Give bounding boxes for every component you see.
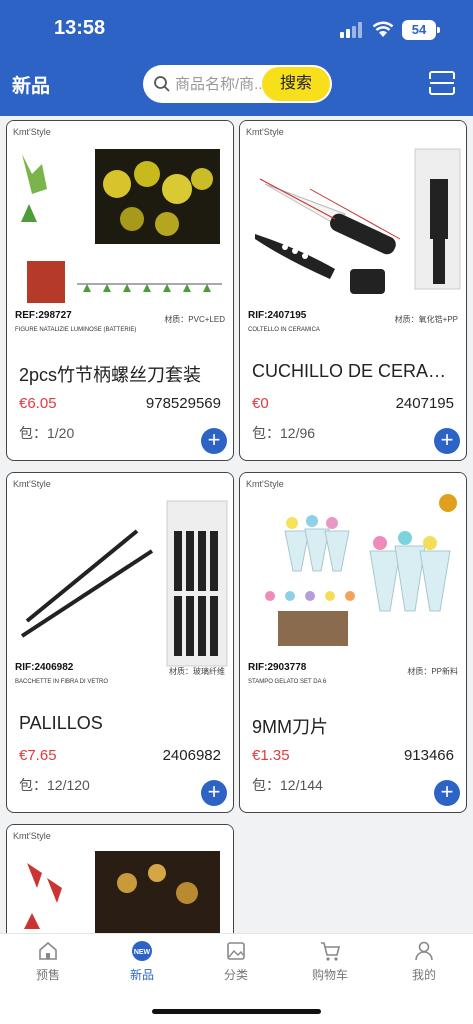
signal-icon <box>340 22 362 38</box>
product-card[interactable]: Kmt'Style RIF:2406982 材质：玻璃纤维 BACCHETTE … <box>6 472 234 813</box>
search-input[interactable] <box>175 73 271 95</box>
product-price: €6.05 <box>19 395 57 412</box>
scan-icon[interactable] <box>428 70 456 96</box>
product-image: Kmt'Style RIF:2903778 材质：PP新料 STAMPO GEL… <box>240 473 466 699</box>
svg-text:NEW: NEW <box>134 949 151 956</box>
tab-new[interactable]: NEW 新品 <box>112 940 172 983</box>
brand-logo: Kmt'Style <box>13 127 51 137</box>
product-code: 2406982 <box>162 747 221 764</box>
battery-indicator: 54 <box>402 20 440 40</box>
home-icon <box>39 941 57 960</box>
product-name[interactable]: 2pcs竹节柄螺丝刀套装 <box>19 361 224 387</box>
user-icon <box>415 941 433 961</box>
add-to-cart-button[interactable]: + <box>201 780 227 806</box>
product-caption: BACCHETTE IN FIBRA DI VETRO <box>15 679 109 685</box>
brand-logo: Kmt'Style <box>13 831 51 841</box>
tab-profile[interactable]: 我的 <box>394 940 454 983</box>
product-card[interactable]: Kmt'Style RIF:2903778 材质：PP新料 STAMPO GEL… <box>239 472 467 813</box>
top-header: 13:58 54 新品 搜索 <box>0 0 473 116</box>
product-card[interactable]: Kmt'Style RIF:2407195 材质：氧化锆+PP COLTELLO… <box>239 120 467 461</box>
add-to-cart-button[interactable]: + <box>201 428 227 454</box>
product-pack: 包：12/96 <box>252 425 316 441</box>
product-price: €7.65 <box>19 747 57 764</box>
add-to-cart-button[interactable]: + <box>434 428 460 454</box>
product-material: 材质：PVC+LED <box>164 315 225 324</box>
product-sku: RIF:2407195 <box>248 310 307 321</box>
search-icon <box>154 76 170 92</box>
tab-category[interactable]: 分类 <box>206 940 266 983</box>
image-icon <box>227 942 245 960</box>
product-name[interactable]: 9MM刀片 <box>252 713 457 739</box>
search-button[interactable]: 搜索 <box>262 67 330 101</box>
product-sku: REF:298727 <box>15 310 72 321</box>
product-image: Kmt'Style RIF:2406982 材质：玻璃纤维 BACCHETTE … <box>7 473 233 699</box>
brand-logo: Kmt'Style <box>246 127 284 137</box>
product-image-decorations <box>24 851 220 941</box>
product-image-chopsticks <box>20 500 228 667</box>
tab-label: 分类 <box>223 968 248 982</box>
tab-label: 我的 <box>411 968 436 982</box>
cart-icon <box>321 942 341 961</box>
wifi-icon <box>372 21 394 37</box>
tab-label: 购物车 <box>311 968 348 982</box>
product-material: 材质：氧化锆+PP <box>394 315 458 324</box>
status-time: 13:58 <box>54 17 106 39</box>
add-to-cart-button[interactable]: + <box>434 780 460 806</box>
status-bar: 13:58 54 <box>0 14 473 44</box>
plus-icon: + <box>207 427 221 452</box>
product-pack: 包：12/144 <box>252 777 323 793</box>
product-price: €1.35 <box>252 747 290 764</box>
product-sku: RIF:2406982 <box>15 662 74 673</box>
page-title: 新品 <box>12 76 51 97</box>
product-code: 2407195 <box>395 395 454 412</box>
plus-icon: + <box>440 427 454 452</box>
product-image: Kmt'Style REF:298727 材质：PVC+LED FIGURE N… <box>7 121 233 347</box>
product-image: Kmt'Style RIF:2407195 材质：氧化锆+PP COLTELLO… <box>240 121 466 347</box>
brand-logo: Kmt'Style <box>13 479 51 489</box>
home-indicator <box>152 1009 321 1014</box>
product-pack: 包：12/120 <box>19 777 90 793</box>
product-material: 材质：玻璃纤维 <box>169 667 225 676</box>
product-code: 978529569 <box>145 395 221 412</box>
brand-logo: Kmt'Style <box>246 479 284 489</box>
new-badge-icon: NEW <box>132 941 152 961</box>
product-pack: 包：1/20 <box>19 425 75 441</box>
product-caption: STAMPO GELATO SET DA 6 <box>248 679 327 685</box>
plus-icon: + <box>440 779 454 804</box>
product-card[interactable]: Kmt'Style REF:298727 材质：PVC+LED FIGURE N… <box>6 120 234 461</box>
search-bar[interactable]: 搜索 <box>143 65 332 103</box>
product-sku: RIF:2903778 <box>248 662 307 673</box>
tab-presale[interactable]: 预售 <box>18 940 78 983</box>
product-image-knife <box>255 148 461 294</box>
product-caption: COLTELLO IN CERAMICA <box>248 327 320 333</box>
tab-label: 新品 <box>129 968 154 982</box>
plus-icon: + <box>207 779 221 804</box>
tab-cart[interactable]: 购物车 <box>300 940 360 983</box>
product-material: 材质：PP新料 <box>407 667 458 676</box>
product-image-popsicle-molds <box>265 494 457 646</box>
product-price: €0 <box>252 395 269 412</box>
tab-label: 预售 <box>35 968 60 982</box>
product-code: 913466 <box>403 747 454 764</box>
product-image-lights <box>21 149 222 303</box>
product-name[interactable]: CUCHILLO DE CERAMICA <box>252 361 457 382</box>
product-caption: FIGURE NATALIZIE LUMINOSE (BATTERIE) <box>15 327 137 333</box>
product-name[interactable]: PALILLOS <box>19 713 224 734</box>
